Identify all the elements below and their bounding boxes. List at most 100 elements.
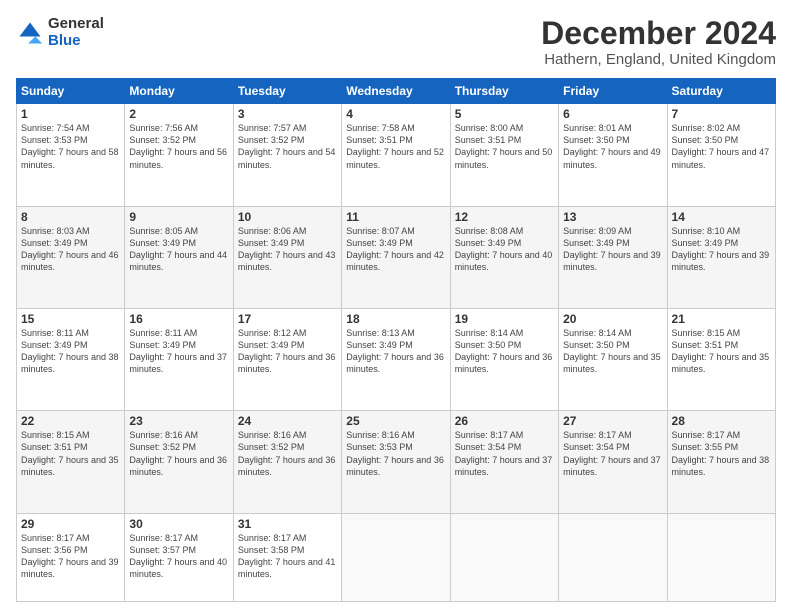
logo-icon	[16, 19, 44, 47]
day-number: 2	[129, 107, 228, 121]
day-number: 14	[672, 210, 771, 224]
cell-info: Sunrise: 8:10 AMSunset: 3:49 PMDaylight:…	[672, 225, 771, 274]
cell-info: Sunrise: 8:14 AMSunset: 3:50 PMDaylight:…	[563, 327, 662, 376]
calendar-cell-day-12: 12Sunrise: 8:08 AMSunset: 3:49 PMDayligh…	[450, 206, 558, 308]
cell-info: Sunrise: 8:01 AMSunset: 3:50 PMDaylight:…	[563, 122, 662, 171]
cell-info: Sunrise: 8:11 AMSunset: 3:49 PMDaylight:…	[21, 327, 120, 376]
day-number: 15	[21, 312, 120, 326]
cell-info: Sunrise: 8:16 AMSunset: 3:53 PMDaylight:…	[346, 429, 445, 478]
day-number: 30	[129, 517, 228, 531]
logo: General Blue	[16, 16, 104, 49]
calendar-cell-day-31: 31Sunrise: 8:17 AMSunset: 3:58 PMDayligh…	[233, 513, 341, 601]
calendar-cell-day-1: 1Sunrise: 7:54 AMSunset: 3:53 PMDaylight…	[17, 104, 125, 206]
cell-info: Sunrise: 7:56 AMSunset: 3:52 PMDaylight:…	[129, 122, 228, 171]
calendar-cell-day-7: 7Sunrise: 8:02 AMSunset: 3:50 PMDaylight…	[667, 104, 775, 206]
cell-info: Sunrise: 7:57 AMSunset: 3:52 PMDaylight:…	[238, 122, 337, 171]
cell-info: Sunrise: 8:14 AMSunset: 3:50 PMDaylight:…	[455, 327, 554, 376]
calendar-week-4: 22Sunrise: 8:15 AMSunset: 3:51 PMDayligh…	[17, 411, 776, 513]
day-number: 7	[672, 107, 771, 121]
day-number: 23	[129, 414, 228, 428]
cell-info: Sunrise: 8:17 AMSunset: 3:56 PMDaylight:…	[21, 532, 120, 581]
day-number: 11	[346, 210, 445, 224]
cell-info: Sunrise: 8:17 AMSunset: 3:55 PMDaylight:…	[672, 429, 771, 478]
calendar-header-saturday: Saturday	[667, 79, 775, 104]
cell-info: Sunrise: 8:17 AMSunset: 3:54 PMDaylight:…	[563, 429, 662, 478]
cell-info: Sunrise: 8:12 AMSunset: 3:49 PMDaylight:…	[238, 327, 337, 376]
day-number: 16	[129, 312, 228, 326]
calendar-cell-day-26: 26Sunrise: 8:17 AMSunset: 3:54 PMDayligh…	[450, 411, 558, 513]
cell-info: Sunrise: 8:08 AMSunset: 3:49 PMDaylight:…	[455, 225, 554, 274]
calendar-cell-day-15: 15Sunrise: 8:11 AMSunset: 3:49 PMDayligh…	[17, 308, 125, 410]
cell-info: Sunrise: 8:03 AMSunset: 3:49 PMDaylight:…	[21, 225, 120, 274]
calendar-cell-day-18: 18Sunrise: 8:13 AMSunset: 3:49 PMDayligh…	[342, 308, 450, 410]
day-number: 5	[455, 107, 554, 121]
calendar-cell-day-21: 21Sunrise: 8:15 AMSunset: 3:51 PMDayligh…	[667, 308, 775, 410]
day-number: 9	[129, 210, 228, 224]
calendar-cell-day-5: 5Sunrise: 8:00 AMSunset: 3:51 PMDaylight…	[450, 104, 558, 206]
calendar-cell-day-3: 3Sunrise: 7:57 AMSunset: 3:52 PMDaylight…	[233, 104, 341, 206]
day-number: 10	[238, 210, 337, 224]
day-number: 6	[563, 107, 662, 121]
day-number: 28	[672, 414, 771, 428]
calendar-header-friday: Friday	[559, 79, 667, 104]
day-number: 4	[346, 107, 445, 121]
calendar-cell-day-19: 19Sunrise: 8:14 AMSunset: 3:50 PMDayligh…	[450, 308, 558, 410]
header: General Blue December 2024 Hathern, Engl…	[16, 16, 776, 68]
day-number: 19	[455, 312, 554, 326]
calendar-cell-empty-3-5	[559, 513, 667, 601]
cell-info: Sunrise: 8:17 AMSunset: 3:57 PMDaylight:…	[129, 532, 228, 581]
calendar-cell-day-11: 11Sunrise: 8:07 AMSunset: 3:49 PMDayligh…	[342, 206, 450, 308]
calendar-header-thursday: Thursday	[450, 79, 558, 104]
day-number: 13	[563, 210, 662, 224]
calendar-header-wednesday: Wednesday	[342, 79, 450, 104]
logo-line2: Blue	[48, 33, 104, 50]
calendar-week-1: 1Sunrise: 7:54 AMSunset: 3:53 PMDaylight…	[17, 104, 776, 206]
cell-info: Sunrise: 8:00 AMSunset: 3:51 PMDaylight:…	[455, 122, 554, 171]
calendar-cell-day-25: 25Sunrise: 8:16 AMSunset: 3:53 PMDayligh…	[342, 411, 450, 513]
day-number: 18	[346, 312, 445, 326]
calendar-week-3: 15Sunrise: 8:11 AMSunset: 3:49 PMDayligh…	[17, 308, 776, 410]
calendar-cell-day-23: 23Sunrise: 8:16 AMSunset: 3:52 PMDayligh…	[125, 411, 233, 513]
cell-info: Sunrise: 8:06 AMSunset: 3:49 PMDaylight:…	[238, 225, 337, 274]
day-number: 29	[21, 517, 120, 531]
logo-line1: General	[48, 16, 104, 33]
calendar-cell-day-17: 17Sunrise: 8:12 AMSunset: 3:49 PMDayligh…	[233, 308, 341, 410]
calendar-header-tuesday: Tuesday	[233, 79, 341, 104]
day-number: 25	[346, 414, 445, 428]
day-number: 24	[238, 414, 337, 428]
day-number: 1	[21, 107, 120, 121]
day-number: 22	[21, 414, 120, 428]
calendar-cell-day-22: 22Sunrise: 8:15 AMSunset: 3:51 PMDayligh…	[17, 411, 125, 513]
calendar-cell-day-9: 9Sunrise: 8:05 AMSunset: 3:49 PMDaylight…	[125, 206, 233, 308]
cell-info: Sunrise: 8:17 AMSunset: 3:54 PMDaylight:…	[455, 429, 554, 478]
cell-info: Sunrise: 8:15 AMSunset: 3:51 PMDaylight:…	[21, 429, 120, 478]
title-block: December 2024 Hathern, England, United K…	[541, 16, 776, 68]
calendar-header-sunday: Sunday	[17, 79, 125, 104]
logo-text: General Blue	[48, 16, 104, 49]
cell-info: Sunrise: 7:58 AMSunset: 3:51 PMDaylight:…	[346, 122, 445, 171]
cell-info: Sunrise: 8:15 AMSunset: 3:51 PMDaylight:…	[672, 327, 771, 376]
calendar-cell-day-4: 4Sunrise: 7:58 AMSunset: 3:51 PMDaylight…	[342, 104, 450, 206]
day-number: 3	[238, 107, 337, 121]
calendar-cell-day-27: 27Sunrise: 8:17 AMSunset: 3:54 PMDayligh…	[559, 411, 667, 513]
calendar-cell-day-20: 20Sunrise: 8:14 AMSunset: 3:50 PMDayligh…	[559, 308, 667, 410]
page: General Blue December 2024 Hathern, Engl…	[0, 0, 792, 612]
calendar-cell-day-29: 29Sunrise: 8:17 AMSunset: 3:56 PMDayligh…	[17, 513, 125, 601]
calendar-header-monday: Monday	[125, 79, 233, 104]
calendar-cell-empty-3-6	[667, 513, 775, 601]
calendar-cell-day-10: 10Sunrise: 8:06 AMSunset: 3:49 PMDayligh…	[233, 206, 341, 308]
cell-info: Sunrise: 8:11 AMSunset: 3:49 PMDaylight:…	[129, 327, 228, 376]
day-number: 21	[672, 312, 771, 326]
cell-info: Sunrise: 8:16 AMSunset: 3:52 PMDaylight:…	[238, 429, 337, 478]
calendar-cell-empty-3-4	[450, 513, 558, 601]
calendar-header-row: SundayMondayTuesdayWednesdayThursdayFrid…	[17, 79, 776, 104]
cell-info: Sunrise: 8:16 AMSunset: 3:52 PMDaylight:…	[129, 429, 228, 478]
calendar-cell-day-14: 14Sunrise: 8:10 AMSunset: 3:49 PMDayligh…	[667, 206, 775, 308]
subtitle: Hathern, England, United Kingdom	[541, 51, 776, 68]
cell-info: Sunrise: 8:09 AMSunset: 3:49 PMDaylight:…	[563, 225, 662, 274]
main-title: December 2024	[541, 16, 776, 51]
calendar-week-5: 29Sunrise: 8:17 AMSunset: 3:56 PMDayligh…	[17, 513, 776, 601]
cell-info: Sunrise: 7:54 AMSunset: 3:53 PMDaylight:…	[21, 122, 120, 171]
calendar-cell-day-30: 30Sunrise: 8:17 AMSunset: 3:57 PMDayligh…	[125, 513, 233, 601]
cell-info: Sunrise: 8:17 AMSunset: 3:58 PMDaylight:…	[238, 532, 337, 581]
